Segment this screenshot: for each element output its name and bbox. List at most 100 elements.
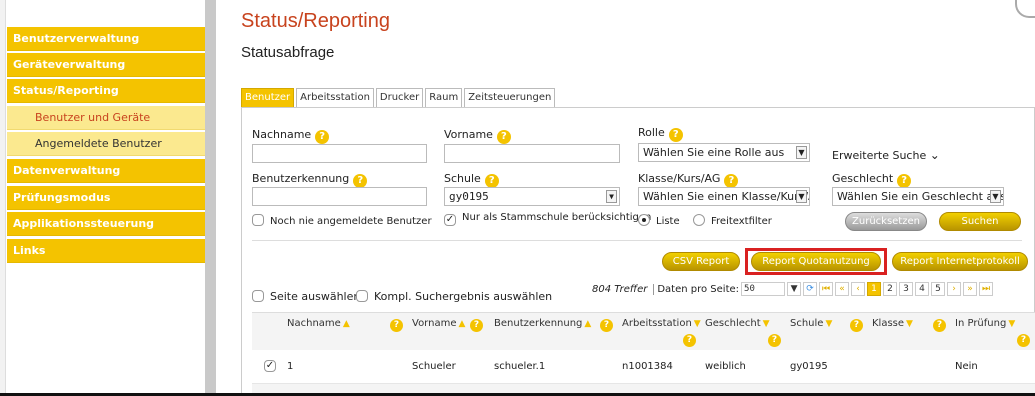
col-arbeitsstation[interactable]: Arbeitsstation ▼ xyxy=(622,318,701,329)
prev-block-icon[interactable]: « xyxy=(835,282,850,296)
last-page-icon[interactable]: ⏭ xyxy=(979,282,994,296)
nachname-input[interactable] xyxy=(252,144,427,163)
page-2[interactable]: 2 xyxy=(883,282,898,296)
sidebar-subitem-benutzer-und-geraete[interactable]: Benutzer und Geräte xyxy=(7,106,207,130)
help-icon[interactable]: ? xyxy=(484,174,499,188)
col-vorname[interactable]: Vorname ▲ xyxy=(412,318,465,329)
sort-asc-icon: ▲ xyxy=(342,319,350,329)
next-page-icon[interactable]: › xyxy=(947,282,962,296)
help-icon[interactable]: ? xyxy=(683,334,696,347)
col-in-pruefung[interactable]: In Prüfung ▼ xyxy=(955,318,1015,329)
col-klasse[interactable]: Klasse ▼ xyxy=(872,318,913,329)
page-3[interactable]: 3 xyxy=(899,282,914,296)
sort-desc-icon: ▼ xyxy=(693,319,701,329)
geschlecht-select[interactable]: Wählen Sie ein Geschlecht aus ▼ xyxy=(832,187,1004,206)
search-panel: Nachname? Vorname? Rolle? Wählen Sie ein… xyxy=(241,107,1035,396)
sidebar-scrollbar[interactable] xyxy=(205,0,216,396)
page-title: Status/Reporting xyxy=(241,10,390,32)
page-4[interactable]: 4 xyxy=(915,282,930,296)
help-icon[interactable]: ? xyxy=(600,319,613,332)
freitext-radio[interactable]: Freitextfilter xyxy=(693,214,772,227)
noch-nie-checkbox[interactable]: Noch nie angemeldete Benutzer xyxy=(252,214,432,227)
pagination: 804 Treffer Daten pro Seite: 50 ▼ ⟳ ⏮ « … xyxy=(592,281,994,297)
checkmark-icon[interactable]: ✓ xyxy=(444,214,456,226)
tab-arbeitsstation[interactable]: Arbeitsstation xyxy=(296,88,374,108)
rolle-label: Rolle? xyxy=(638,126,683,142)
kompl-auswaehlen-checkbox[interactable]: Kompl. Suchergebnis auswählen xyxy=(356,290,552,303)
chevron-down-icon: ▼ xyxy=(990,190,1001,203)
help-icon[interactable]: ? xyxy=(390,319,403,332)
tab-zeitsteuerungen[interactable]: Zeitsteuerungen xyxy=(464,88,556,108)
liste-radio[interactable]: Liste xyxy=(638,214,680,227)
sort-desc-icon: ▼ xyxy=(825,319,833,329)
help-icon[interactable]: ? xyxy=(850,319,863,332)
checkbox-icon[interactable] xyxy=(356,290,368,302)
page-subtitle: Statusabfrage xyxy=(241,44,335,61)
sidebar-item-geraeteverwaltung[interactable]: Geräteverwaltung xyxy=(7,53,207,77)
klasse-select[interactable]: Wählen Sie einen Klasse/Kurs/A ▼ xyxy=(638,187,810,206)
sidebar-item-links[interactable]: Links xyxy=(7,239,207,263)
report-internetprotokoll-button[interactable]: Report Internetprotokoll xyxy=(892,252,1028,271)
help-icon[interactable]: ? xyxy=(768,334,781,347)
sort-asc-icon: ▲ xyxy=(458,319,466,329)
tab-raum[interactable]: Raum xyxy=(425,88,463,108)
stammschule-checkbox[interactable]: ✓ Nur als Stammschule berücksichtigen xyxy=(444,212,651,226)
sidebar-item-status-reporting[interactable]: Status/Reporting xyxy=(7,79,207,103)
help-icon[interactable]: ? xyxy=(897,174,912,188)
col-schule[interactable]: Schule ▼ xyxy=(790,318,832,329)
sidebar-item-benutzerverwaltung[interactable]: Benutzerverwaltung xyxy=(7,27,207,51)
sort-desc-icon: ▼ xyxy=(906,319,913,329)
radio-icon[interactable] xyxy=(693,214,705,226)
sort-desc-icon: ▼ xyxy=(762,319,770,329)
first-page-icon[interactable]: ⏮ xyxy=(819,282,834,296)
table-row[interactable]: ✓ 1 Schueler schueler.1 n1001384 weiblic… xyxy=(252,350,1035,384)
checkbox-icon[interactable] xyxy=(252,290,264,302)
help-icon[interactable]: ? xyxy=(496,130,511,144)
cell-nachname: 1 xyxy=(287,361,294,372)
cell-vorname: Schueler xyxy=(412,361,456,372)
chevron-down-icon: ▼ xyxy=(796,190,807,203)
page-5[interactable]: 5 xyxy=(931,282,946,296)
sidebar-item-datenverwaltung[interactable]: Datenverwaltung xyxy=(7,159,207,183)
help-corner-icon[interactable] xyxy=(1015,0,1035,18)
seite-auswaehlen-checkbox[interactable]: Seite auswählen xyxy=(252,290,360,303)
benutzerkennung-input[interactable] xyxy=(252,187,427,206)
divider xyxy=(252,240,1022,241)
refresh-icon[interactable]: ⟳ xyxy=(803,282,818,296)
erweiterte-suche-toggle[interactable]: Erweiterte Suche ⌄ xyxy=(832,148,940,162)
main-content: Status/Reporting Statusabfrage Benutzer … xyxy=(216,0,1035,396)
tab-benutzer[interactable]: Benutzer xyxy=(241,88,295,108)
sidebar-subitem-angemeldete-benutzer[interactable]: Angemeldete Benutzer xyxy=(7,132,207,156)
col-geschlecht[interactable]: Geschlecht ▼ xyxy=(705,318,770,329)
nachname-label: Nachname? xyxy=(252,128,330,144)
rolle-select[interactable]: Wählen Sie eine Rolle aus ▼ xyxy=(638,143,810,162)
schule-select[interactable]: gy0195 ▼ xyxy=(444,187,620,206)
help-icon[interactable]: ? xyxy=(668,128,683,142)
next-block-icon[interactable]: » xyxy=(963,282,978,296)
klasse-label: Klasse/Kurs/AG? xyxy=(638,172,739,188)
help-icon[interactable]: ? xyxy=(315,130,330,144)
cell-geschlecht: weiblich xyxy=(705,361,746,372)
prev-page-icon[interactable]: ‹ xyxy=(851,282,866,296)
help-icon[interactable]: ? xyxy=(470,319,483,332)
sidebar-item-applikationssteuerung[interactable]: Applikationssteuerung xyxy=(7,212,207,236)
per-page-select[interactable]: 50 xyxy=(741,282,786,296)
help-icon[interactable]: ? xyxy=(933,319,946,332)
col-nachname[interactable]: Nachname ▲ xyxy=(287,318,350,329)
help-icon[interactable]: ? xyxy=(353,174,368,188)
help-icon[interactable]: ? xyxy=(724,174,739,188)
tab-drucker[interactable]: Drucker xyxy=(375,88,424,108)
sidebar-item-pruefungsmodus[interactable]: Prüfungsmodus xyxy=(7,186,207,210)
csv-report-button[interactable]: CSV Report xyxy=(662,252,740,271)
checkbox-icon[interactable] xyxy=(252,214,264,226)
vorname-input[interactable] xyxy=(444,144,620,163)
search-button[interactable]: Suchen xyxy=(939,212,1021,231)
reset-button[interactable]: Zurücksetzen xyxy=(845,212,927,231)
page-1[interactable]: 1 xyxy=(867,282,882,296)
radio-selected-icon[interactable] xyxy=(638,214,650,226)
sidebar: Benutzerverwaltung Geräteverwaltung Stat… xyxy=(0,0,207,396)
per-page-dropdown-icon[interactable]: ▼ xyxy=(787,282,802,296)
col-benutzerkennung[interactable]: Benutzerkennung ▲ xyxy=(494,318,591,329)
help-icon[interactable]: ? xyxy=(1017,334,1030,347)
checkmark-icon[interactable]: ✓ xyxy=(264,360,276,372)
